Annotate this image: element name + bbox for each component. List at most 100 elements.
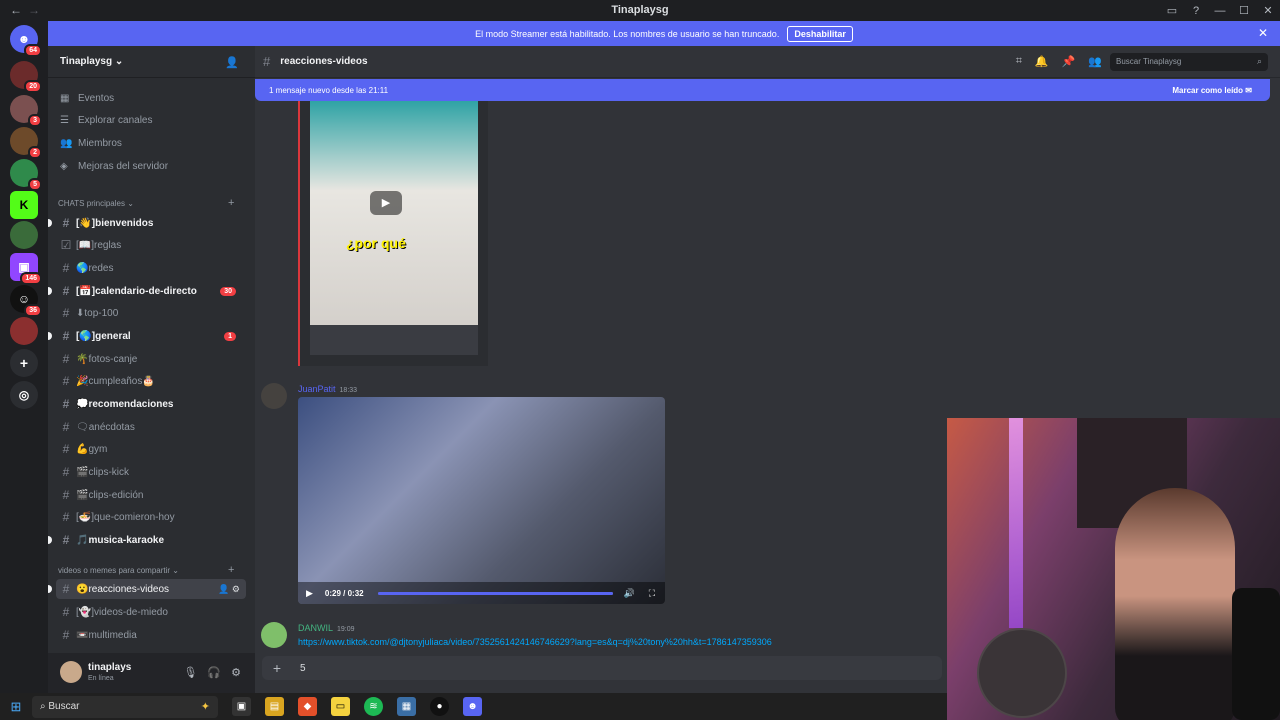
channel-multimedia[interactable]: # 📼multimedia bbox=[56, 625, 246, 645]
add-channel-icon[interactable]: + bbox=[228, 197, 234, 209]
guild-tinaplays[interactable]: ☺ 36 bbox=[10, 285, 42, 317]
discord-icon[interactable]: ☻ bbox=[463, 697, 482, 716]
channel-anecdotas[interactable]: # 🗨anécdotas bbox=[56, 417, 246, 437]
play-icon[interactable]: ▶ bbox=[306, 588, 313, 599]
fullscreen-icon[interactable]: ⛶ bbox=[649, 588, 655, 599]
message-author[interactable]: JuanPatit 18:33 bbox=[298, 384, 357, 394]
channel-top-100[interactable]: # ⬇top-100 bbox=[56, 303, 246, 323]
search-input[interactable]: Buscar Tinaplaysg ⌕ bbox=[1110, 53, 1268, 71]
maximize-icon[interactable]: ☐ bbox=[1232, 4, 1256, 17]
brave-icon[interactable]: ◆ bbox=[298, 697, 317, 716]
avatar[interactable] bbox=[60, 661, 82, 683]
guild-server-2[interactable]: 3 bbox=[10, 95, 42, 127]
browse-icon: ☰ bbox=[60, 114, 69, 126]
channel-clips-kick[interactable]: # 🎬clips-kick bbox=[56, 462, 246, 482]
hash-icon: # bbox=[62, 261, 70, 275]
calendar-icon: ▦ bbox=[60, 92, 70, 104]
channel-que-comieron-hoy[interactable]: # [🍜]que-comieron-hoy bbox=[56, 507, 246, 527]
message-author[interactable]: DANWIL 19:09 bbox=[298, 623, 355, 633]
guild-kick[interactable]: K bbox=[10, 191, 38, 219]
video-time: 0:29 / 0:32 bbox=[324, 588, 364, 598]
category-videos[interactable]: videos o memes para compartir ⌄ + bbox=[58, 564, 234, 576]
message-link[interactable]: https://www.tiktok.com/@djtonyjuliaca/vi… bbox=[298, 637, 772, 647]
gear-icon[interactable]: ⚙ bbox=[231, 666, 241, 679]
user-status: En línea bbox=[88, 675, 114, 682]
volume-icon[interactable]: 🔊 bbox=[624, 588, 635, 599]
add-channel-icon[interactable]: + bbox=[228, 564, 234, 576]
member-list-icon[interactable]: 👥 bbox=[1088, 55, 1102, 68]
channel-general[interactable]: # [🌎]general 1 bbox=[48, 326, 246, 346]
plus-icon[interactable]: + bbox=[262, 660, 292, 676]
microphone-icon[interactable]: 🎙 bbox=[183, 666, 197, 679]
invite-icon[interactable]: 👤 bbox=[225, 56, 239, 69]
search-icon: ⌕ bbox=[1256, 56, 1262, 66]
disable-streamer-button[interactable]: Deshabilitar bbox=[787, 25, 853, 42]
taskbar-search[interactable]: ⌕ Buscar ✦ bbox=[32, 695, 218, 718]
channel-calendario[interactable]: # [📅]calendario-de-directo 30 bbox=[48, 281, 246, 301]
inbox-icon[interactable]: ▭ bbox=[1160, 4, 1184, 17]
hash-icon: # bbox=[62, 420, 70, 434]
guild-server-1[interactable]: 20 bbox=[10, 61, 42, 93]
channel-header: # reacciones-videos ⌗ 🔔 📌 👥 Buscar Tinap… bbox=[255, 46, 1280, 78]
avatar[interactable] bbox=[261, 383, 287, 409]
nav-events[interactable]: ▦ Eventos bbox=[60, 89, 114, 107]
app-icon[interactable]: ▦ bbox=[397, 697, 416, 716]
help-icon[interactable]: ? bbox=[1184, 5, 1208, 17]
message-timestamp: 18:33 bbox=[339, 387, 358, 394]
guild-server-4[interactable]: 5 bbox=[10, 159, 42, 191]
channel-musica-karaoke[interactable]: # 🎵musica-karaoke bbox=[48, 530, 246, 550]
pin-icon[interactable]: 📌 bbox=[1062, 55, 1076, 68]
channel-sidebar: Tinaplaysg ⌄ 👤 ▦ Eventos ☰ Explorar canale… bbox=[48, 46, 255, 693]
add-server-icon[interactable]: + bbox=[10, 349, 38, 377]
channel-recomendaciones[interactable]: # 💭recomendaciones bbox=[56, 394, 246, 414]
task-view-icon[interactable]: ▣ bbox=[232, 697, 251, 716]
channel-reacciones-videos[interactable]: # 😮reacciones-videos 👤 ⚙ bbox=[48, 579, 246, 599]
nav-browse-channels[interactable]: ☰ Explorar canales bbox=[60, 111, 152, 129]
nav-boosts[interactable]: ◈ Mejoras del servidor bbox=[60, 157, 168, 175]
guild-home[interactable]: ☻ 64 bbox=[10, 25, 42, 57]
spotify-icon[interactable]: ≋ bbox=[364, 697, 383, 716]
category-main[interactable]: CHATS principales ⌄ + bbox=[58, 197, 234, 209]
file-explorer-icon[interactable]: ▤ bbox=[265, 697, 284, 716]
message-input[interactable]: 5 bbox=[300, 663, 306, 674]
channel-fotos-canje[interactable]: # 🌴fotos-canje bbox=[56, 349, 246, 369]
channel-bienvenidos[interactable]: # [👋]bienvenidos bbox=[48, 213, 246, 233]
webcam-overlay bbox=[947, 418, 1280, 720]
obs-icon[interactable]: ● bbox=[430, 697, 449, 716]
nav-members[interactable]: 👥 Miembros bbox=[60, 134, 122, 152]
guild-server-9[interactable] bbox=[10, 317, 38, 345]
new-messages-bar[interactable]: 1 mensaje nuevo desde las 21:11 Marcar c… bbox=[255, 79, 1270, 101]
guild-twitch[interactable]: ▣ 146 bbox=[10, 253, 42, 285]
server-header[interactable]: Tinaplaysg ⌄ 👤 bbox=[48, 46, 255, 78]
guild-server-3[interactable]: 2 bbox=[10, 127, 42, 159]
mark-as-read-button[interactable]: Marcar como leído ✉ bbox=[1172, 86, 1252, 95]
message-composer[interactable]: + 5 bbox=[262, 656, 942, 680]
channel-clips-edicion[interactable]: # 🎬clips-edición bbox=[56, 485, 246, 505]
channel-reglas[interactable]: ☑ [📖]reglas bbox=[56, 235, 246, 255]
channel-cumpleanos[interactable]: # 🎉cumpleaños🎂 bbox=[56, 371, 246, 391]
bell-icon[interactable]: 🔔 bbox=[1035, 55, 1049, 68]
video-embed-1[interactable]: ▶ ¿por qué bbox=[298, 101, 488, 366]
channel-settings-icon[interactable]: 👤 ⚙ bbox=[218, 584, 240, 595]
close-window-icon[interactable]: ✕ bbox=[1256, 4, 1280, 17]
sticky-notes-icon[interactable]: ▭ bbox=[331, 697, 350, 716]
channel-videos-de-miedo[interactable]: # [👻]videos-de-miedo bbox=[56, 602, 246, 622]
headphones-icon[interactable]: 🎧 bbox=[207, 666, 221, 679]
explore-icon[interactable]: ◎ bbox=[10, 381, 38, 409]
threads-icon[interactable]: ⌗ bbox=[1016, 55, 1022, 68]
chevron-down-icon: ⌄ bbox=[114, 56, 124, 67]
minimize-icon[interactable]: — bbox=[1208, 5, 1232, 17]
channel-gym[interactable]: # 💪gym bbox=[56, 439, 246, 459]
video-progress[interactable] bbox=[378, 592, 613, 595]
video-player[interactable]: ▶ 0:29 / 0:32 🔊 ⛶ bbox=[298, 397, 665, 604]
play-icon[interactable]: ▶ bbox=[370, 191, 402, 215]
hash-icon: # bbox=[62, 329, 70, 343]
close-banner-icon[interactable]: ✕ bbox=[1258, 26, 1268, 40]
window-title: Tinaplaysg bbox=[611, 4, 669, 16]
channel-redes[interactable]: # 🌎redes bbox=[56, 258, 246, 278]
windows-start-icon[interactable]: ⊞ bbox=[0, 699, 32, 715]
avatar[interactable] bbox=[261, 622, 287, 648]
hash-icon: # bbox=[62, 510, 70, 524]
hash-icon: # bbox=[62, 352, 70, 366]
guild-server-6[interactable] bbox=[10, 221, 38, 249]
